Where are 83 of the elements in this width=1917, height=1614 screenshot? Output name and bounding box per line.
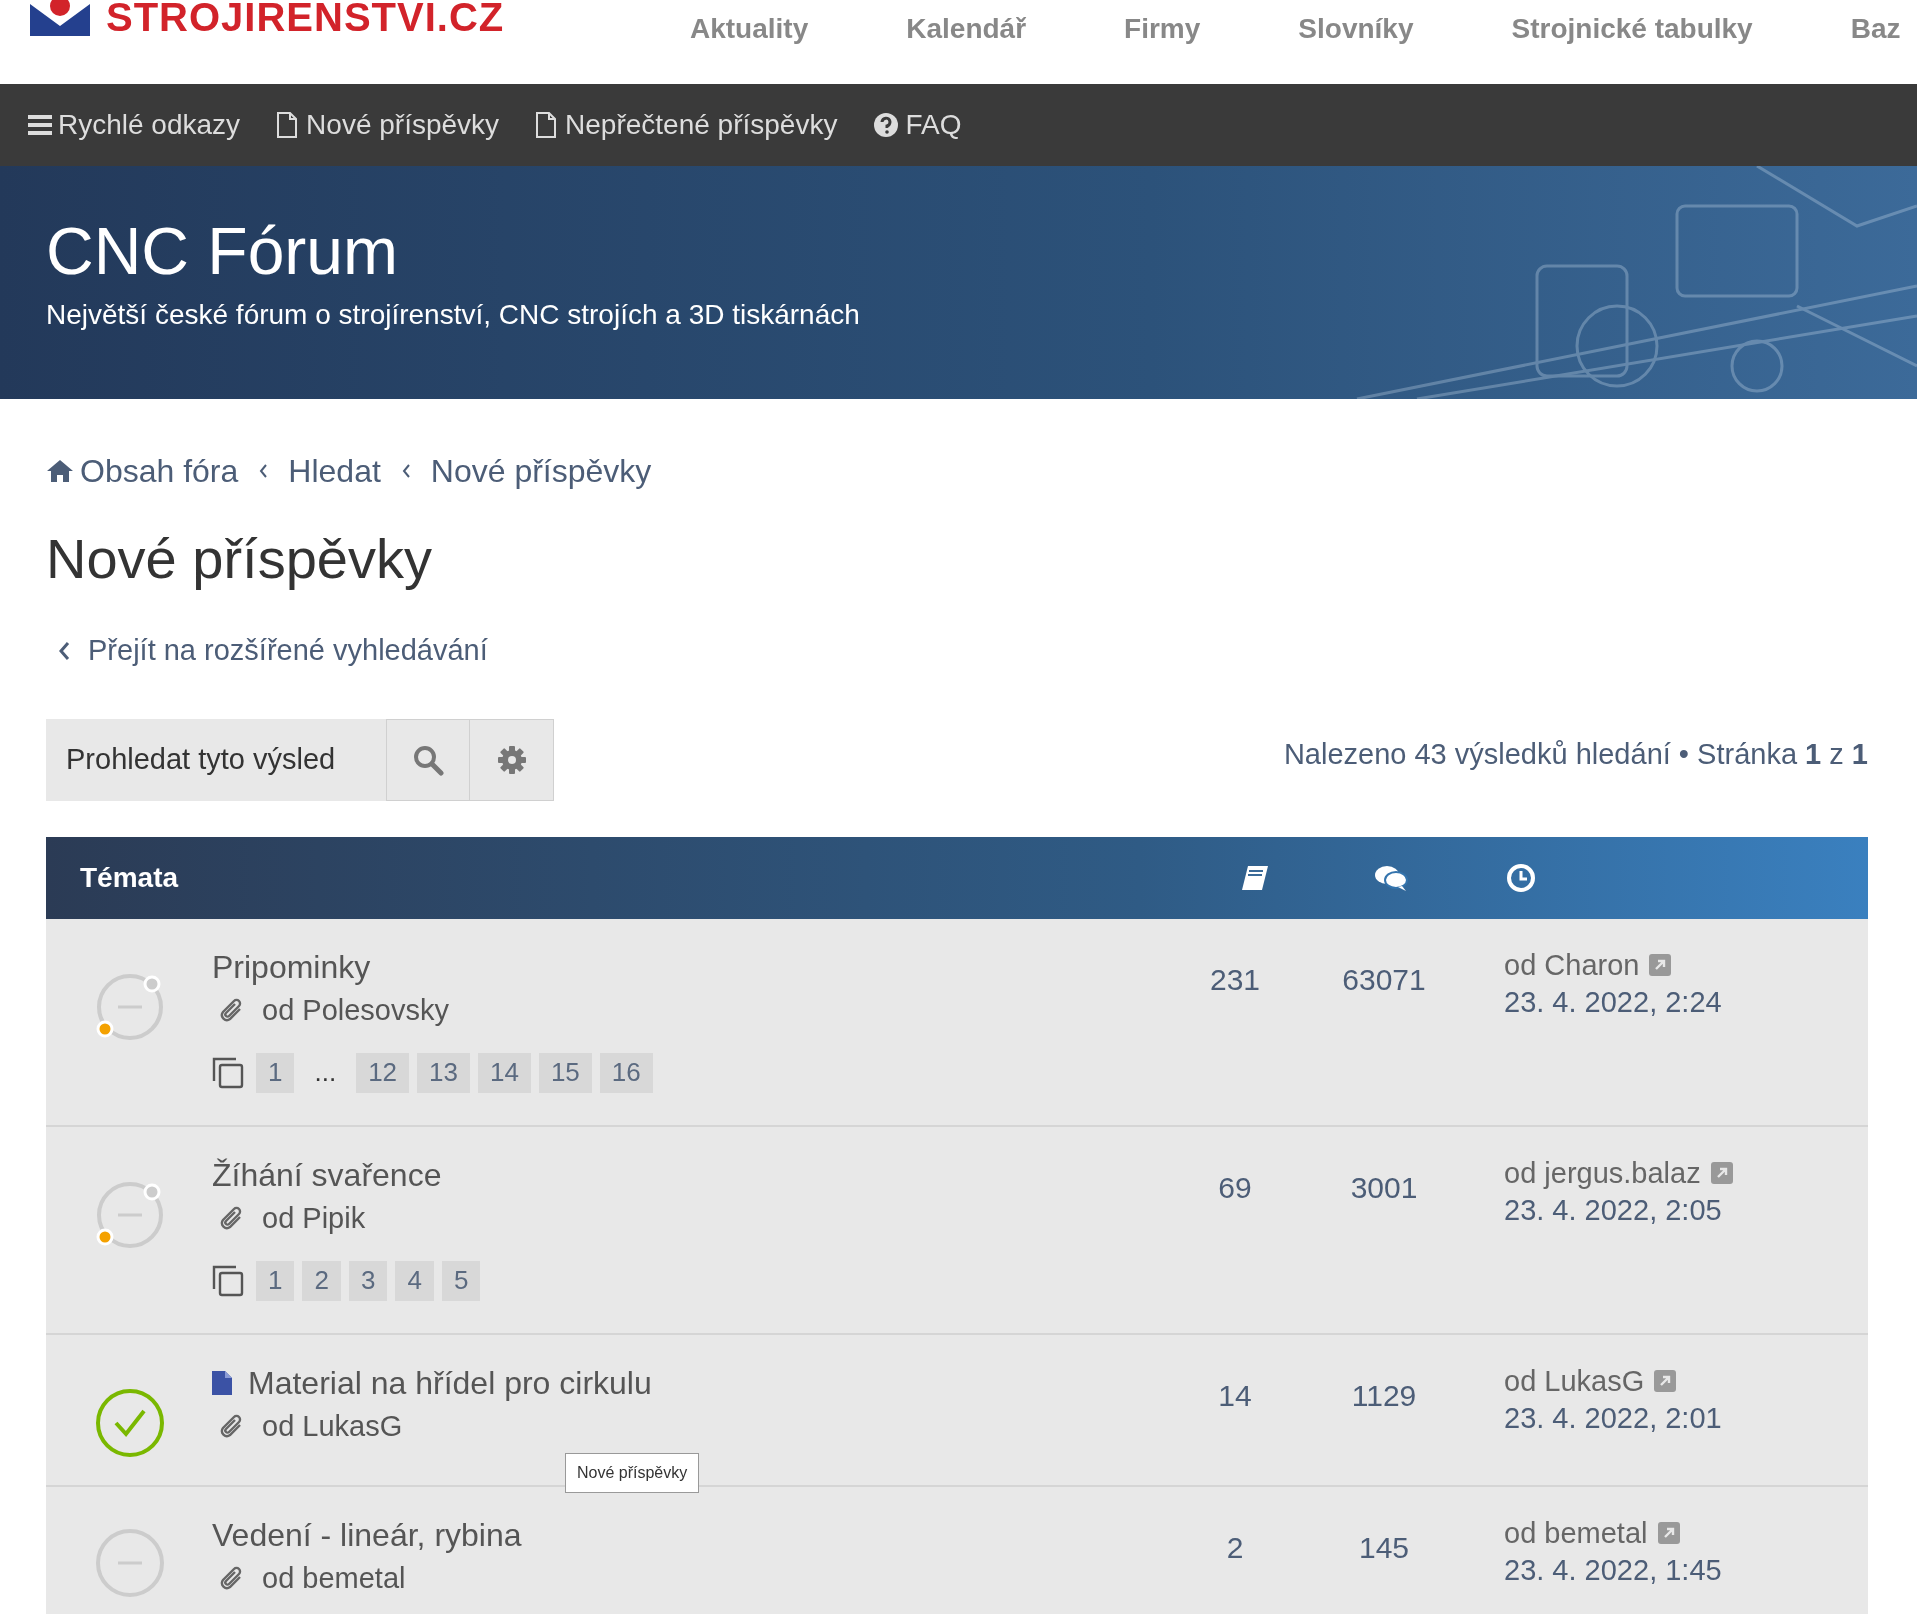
page-link[interactable]: 5 [441,1260,481,1301]
page-title: Nové příspěvky [46,527,432,591]
last-post-time: 23. 4. 2022, 2:01 [1504,1400,1722,1436]
page-link[interactable]: 14 [478,1052,531,1093]
book-icon [1240,863,1270,892]
page-link[interactable]: 13 [417,1052,470,1093]
last-post-time: 23. 4. 2022, 1:45 [1504,1552,1722,1588]
page-link[interactable]: 15 [538,1052,592,1093]
topic-row[interactable]: Pripominky od Polesovsky 1 ... 12 13 14 15 16 231 63071 od Charon 23. 4. 2022, 2:24 [46,918,1868,1127]
reply-count: 2 [1225,1529,1245,1566]
logo-text[interactable]: STROJIRENSTVI.CZ [106,0,505,38]
reply-count: 231 [1208,961,1262,998]
nav-link[interactable]: Slovníky [1298,8,1414,50]
search-field[interactable]: Prohledat tyto výsled [46,718,386,801]
page-link[interactable]: 12 [356,1052,410,1093]
settings-icon [496,744,527,775]
page-link[interactable]: 2 [302,1260,341,1301]
topic-author: od Polesovsky [262,992,449,1028]
column-header: Témata [80,860,180,895]
menu-icon [28,114,52,136]
topic-author: od bemetal [262,1560,406,1596]
settings-button[interactable] [470,718,554,801]
nav-link[interactable]: Baz [1850,8,1901,50]
topic-row[interactable]: Žíhání svařence od Pipik 1 2 3 4 5 69 3001 od jergus.balaz 23. 4. 2022, 2:05 [46,1126,1868,1335]
result-count: Nalezeno 43 výsledků hledání • Stránka 1 z 1 [1283,736,1868,772]
logo-icon [28,0,92,38]
topic-title[interactable]: Žíhání svařence [212,1154,442,1195]
topic-author: od LukasG [262,1408,403,1444]
search-button[interactable] [386,718,470,801]
pagination-ellipsis: ... [313,1056,338,1089]
page-link[interactable]: 4 [395,1260,434,1301]
pages-icon [212,1056,244,1089]
chevron-left-icon [258,463,269,479]
go-to-post-icon [1657,1521,1680,1544]
page-link[interactable]: 3 [348,1260,388,1301]
last-post-author[interactable]: od jergus.balaz [1504,1154,1701,1191]
last-post-author[interactable]: od Charon [1504,946,1640,983]
chevron-left-icon [400,463,411,479]
quick-link[interactable]: FAQ [873,104,962,146]
nav-link[interactable]: Strojnické tabulky [1511,8,1753,50]
quick-link[interactable]: Rychlé odkazy [28,104,241,146]
nav-link[interactable]: Kalendář [906,8,1027,50]
go-to-post-icon [1649,953,1672,976]
nav-link[interactable]: Aktuality [690,8,809,50]
home-icon [46,459,74,483]
breadcrumb-link[interactable]: Nové příspěvky [430,447,652,495]
tooltip: Nové příspěvky [565,1453,700,1493]
topic-row[interactable]: Vedení - lineár, rybina od bemetal 2 145 od bemetal 23. 4. 2022, 1:45 [46,1486,1868,1614]
page-link[interactable]: 1 [256,1260,295,1301]
page-link[interactable]: 16 [599,1052,653,1093]
forum-subtitle: Největší české fórum o strojírenství, CNC strojích a 3D tiskárnách [46,298,860,332]
topic-title[interactable]: Vedení - lineár, rybina [212,1514,522,1555]
advanced-search-link[interactable]: Přejít na rozšířené vyhledávání [88,629,488,673]
topic-title[interactable]: Material na hřídel pro cirkulu [248,1362,652,1403]
page-link[interactable]: 1 [256,1052,295,1093]
reply-count: 69 [1217,1169,1253,1206]
breadcrumb-link[interactable]: Obsah fóra [46,447,239,495]
chevron-left-icon [58,640,70,661]
topic-author: od Pipik [262,1200,366,1236]
pages-icon [212,1264,244,1297]
quick-link[interactable]: Nové příspěvky [276,104,500,146]
topic-title[interactable]: Pripominky [212,946,371,987]
last-post-time: 23. 4. 2022, 2:05 [1504,1192,1722,1228]
view-count: 1129 [1350,1377,1418,1414]
go-to-post-icon [1654,1369,1677,1392]
document-icon [535,111,558,139]
quick-link[interactable]: Nepřečtené příspěvky [535,104,838,146]
document-icon [276,111,299,139]
view-count: 3001 [1349,1169,1419,1206]
last-post-author[interactable]: od bemetal [1504,1514,1648,1551]
go-to-post-icon [1710,1161,1733,1184]
nav-link[interactable]: Firmy [1124,8,1201,50]
reply-count: 14 [1217,1377,1253,1414]
search-icon [412,743,444,776]
view-count: 145 [1357,1529,1411,1566]
breadcrumb-link[interactable]: Hledat [288,447,381,495]
last-post-author[interactable]: od LukasG [1504,1362,1645,1399]
clock-icon [1506,862,1536,893]
speech-bubbles-icon [1374,863,1408,892]
forum-title: CNC Fórum [46,214,399,288]
view-count: 63071 [1341,961,1427,998]
help-icon [873,112,900,138]
last-post-time: 23. 4. 2022, 2:24 [1504,984,1722,1020]
